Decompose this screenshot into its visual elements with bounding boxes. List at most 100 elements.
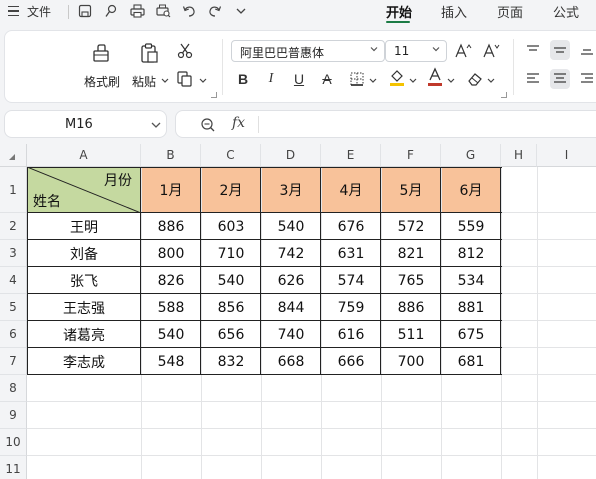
fill-color-icon[interactable]: [387, 67, 407, 87]
row-header-8[interactable]: 8: [0, 375, 27, 402]
value-cell[interactable]: 668: [261, 348, 321, 375]
chevron-down-icon[interactable]: [232, 2, 250, 20]
row-header-9[interactable]: 9: [0, 402, 27, 429]
name-box[interactable]: M16: [4, 110, 167, 138]
value-cell[interactable]: 812: [441, 240, 501, 267]
undo-icon[interactable]: [180, 2, 198, 20]
value-cell[interactable]: 832: [201, 348, 261, 375]
fx-icon[interactable]: fx: [232, 115, 245, 131]
format-painter-big-icon[interactable]: [89, 41, 113, 65]
value-cell[interactable]: 886: [141, 213, 201, 240]
font-size-select[interactable]: 11: [385, 40, 447, 62]
hamburger-menu-icon[interactable]: [8, 6, 19, 17]
save-icon[interactable]: [76, 2, 94, 20]
font-color-dropdown-icon[interactable]: [447, 78, 455, 84]
tab-home[interactable]: 开始: [386, 2, 412, 21]
increase-font-size-icon[interactable]: [453, 41, 473, 61]
zoom-icon[interactable]: [200, 117, 216, 133]
chevron-down-icon[interactable]: [151, 121, 161, 129]
copy-dropdown-icon[interactable]: [199, 78, 207, 84]
value-cell[interactable]: 511: [381, 321, 441, 348]
column-header-f[interactable]: F: [381, 144, 441, 167]
column-header-i[interactable]: I: [537, 144, 596, 167]
value-cell[interactable]: 826: [141, 267, 201, 294]
value-cell[interactable]: 603: [201, 213, 261, 240]
name-cell[interactable]: 刘备: [27, 240, 141, 267]
row-header-3[interactable]: 3: [0, 240, 27, 267]
strikethrough-icon[interactable]: A: [317, 69, 337, 89]
month-header[interactable]: 2月: [201, 167, 261, 213]
value-cell[interactable]: 681: [441, 348, 501, 375]
clipboard-dialog-launcher[interactable]: [211, 92, 217, 98]
value-cell[interactable]: 548: [141, 348, 201, 375]
name-cell[interactable]: 诸葛亮: [27, 321, 141, 348]
row-header-10[interactable]: 10: [0, 429, 27, 456]
align-middle-icon[interactable]: [550, 40, 570, 60]
row-header-6[interactable]: 6: [0, 321, 27, 348]
italic-icon[interactable]: I: [261, 69, 281, 89]
bold-icon[interactable]: B: [233, 69, 253, 89]
format-painter-icon[interactable]: [102, 2, 120, 20]
value-cell[interactable]: 540: [201, 267, 261, 294]
column-header-d[interactable]: D: [261, 144, 321, 167]
value-cell[interactable]: 631: [321, 240, 381, 267]
column-header-g[interactable]: G: [441, 144, 501, 167]
clear-format-dropdown-icon[interactable]: [487, 78, 495, 84]
name-cell[interactable]: 李志成: [27, 348, 141, 375]
borders-dropdown-icon[interactable]: [369, 78, 377, 84]
font-dialog-launcher[interactable]: [501, 92, 507, 98]
value-cell[interactable]: 886: [381, 294, 441, 321]
print-icon[interactable]: [128, 2, 146, 20]
value-cell[interactable]: 666: [321, 348, 381, 375]
name-cell[interactable]: 王志强: [27, 294, 141, 321]
month-header[interactable]: 5月: [381, 167, 441, 213]
row-header-1[interactable]: 1: [0, 167, 27, 213]
value-cell[interactable]: 765: [381, 267, 441, 294]
decrease-font-size-icon[interactable]: [481, 41, 501, 61]
value-cell[interactable]: 856: [201, 294, 261, 321]
print-preview-icon[interactable]: [154, 2, 172, 20]
value-cell[interactable]: 844: [261, 294, 321, 321]
month-header[interactable]: 1月: [141, 167, 201, 213]
paste-dropdown-icon[interactable]: [161, 78, 169, 84]
paste-label[interactable]: 粘贴: [132, 73, 156, 90]
tab-formula[interactable]: 公式: [553, 2, 579, 21]
column-header-c[interactable]: C: [201, 144, 261, 167]
value-cell[interactable]: 572: [381, 213, 441, 240]
value-cell[interactable]: 559: [441, 213, 501, 240]
month-header[interactable]: 3月: [261, 167, 321, 213]
font-name-select[interactable]: 阿里巴巴普惠体: [231, 40, 385, 62]
month-header[interactable]: 4月: [321, 167, 381, 213]
copy-icon[interactable]: [175, 69, 195, 89]
value-cell[interactable]: 626: [261, 267, 321, 294]
column-header-h[interactable]: H: [501, 144, 537, 167]
align-top-icon[interactable]: [523, 40, 543, 60]
value-cell[interactable]: 574: [321, 267, 381, 294]
value-cell[interactable]: 540: [141, 321, 201, 348]
align-left-icon[interactable]: [523, 69, 543, 89]
redo-icon[interactable]: [206, 2, 224, 20]
cut-icon[interactable]: [175, 41, 195, 61]
name-cell[interactable]: 张飞: [27, 267, 141, 294]
format-painter-label[interactable]: 格式刷: [84, 73, 120, 90]
value-cell[interactable]: 676: [321, 213, 381, 240]
tab-insert[interactable]: 插入: [441, 2, 467, 21]
value-cell[interactable]: 616: [321, 321, 381, 348]
row-header-5[interactable]: 5: [0, 294, 27, 321]
paste-icon[interactable]: [137, 41, 161, 65]
row-header-2[interactable]: 2: [0, 213, 27, 240]
column-header-b[interactable]: B: [141, 144, 201, 167]
value-cell[interactable]: 742: [261, 240, 321, 267]
value-cell[interactable]: 759: [321, 294, 381, 321]
formula-bar[interactable]: fx: [175, 110, 596, 138]
select-all-corner[interactable]: [0, 144, 27, 167]
align-center-icon[interactable]: [550, 69, 570, 89]
value-cell[interactable]: 700: [381, 348, 441, 375]
borders-icon[interactable]: [347, 69, 367, 89]
align-right-icon[interactable]: [577, 69, 596, 89]
value-cell[interactable]: 881: [441, 294, 501, 321]
value-cell[interactable]: 821: [381, 240, 441, 267]
spreadsheet-grid[interactable]: A B C D E F G H I 1 2 3 4 5 6 7 8 9 10 11 月份 姓名 1月 2月 3月 4月 5月 6月 王明…: [0, 144, 596, 479]
font-color-icon[interactable]: [425, 67, 445, 87]
tab-page[interactable]: 页面: [497, 2, 523, 21]
